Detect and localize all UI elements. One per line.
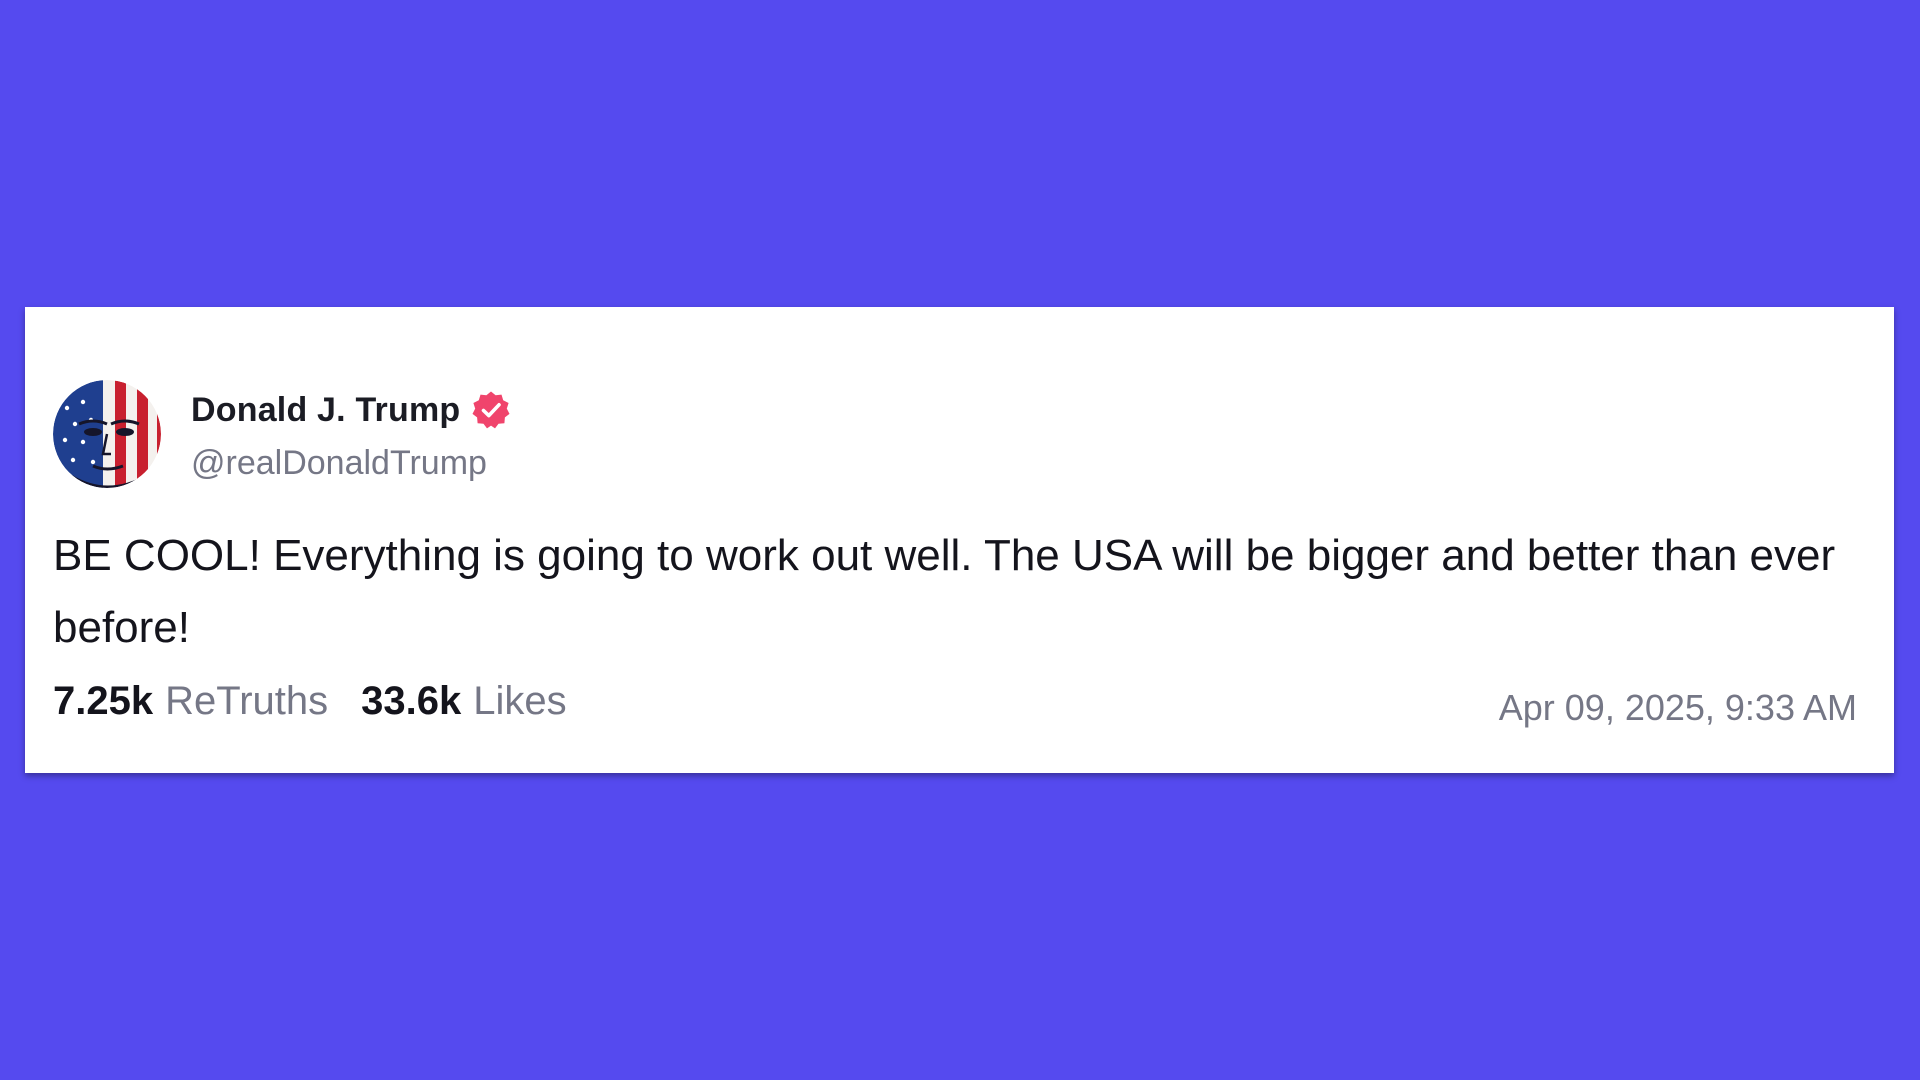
author-name-row: Donald J. Trump	[191, 387, 511, 433]
retruths-label: ReTruths	[165, 679, 329, 723]
likes-count: 33.6k	[361, 679, 462, 723]
post-text: BE COOL! Everything is going to work out…	[53, 531, 1836, 652]
author-handle[interactable]: @realDonaldTrump	[191, 444, 487, 483]
verified-badge-icon	[471, 390, 511, 430]
author-display-name[interactable]: Donald J. Trump	[191, 391, 460, 430]
retruths-count: 7.25k	[53, 679, 154, 723]
post-timestamp[interactable]: Apr 09, 2025, 9:33 AM	[1499, 687, 1857, 729]
retruths-stat[interactable]: 7.25k ReTruths	[53, 679, 328, 724]
likes-label: Likes	[473, 679, 567, 723]
flag-painted-face-avatar-icon	[53, 380, 161, 488]
post-card: Donald J. Trump @realDonaldTrump BE COOL…	[25, 307, 1894, 773]
author-avatar[interactable]	[53, 380, 161, 488]
likes-stat[interactable]: 33.6k Likes	[361, 679, 567, 724]
post-stats: 7.25k ReTruths 33.6k Likes	[53, 679, 567, 729]
